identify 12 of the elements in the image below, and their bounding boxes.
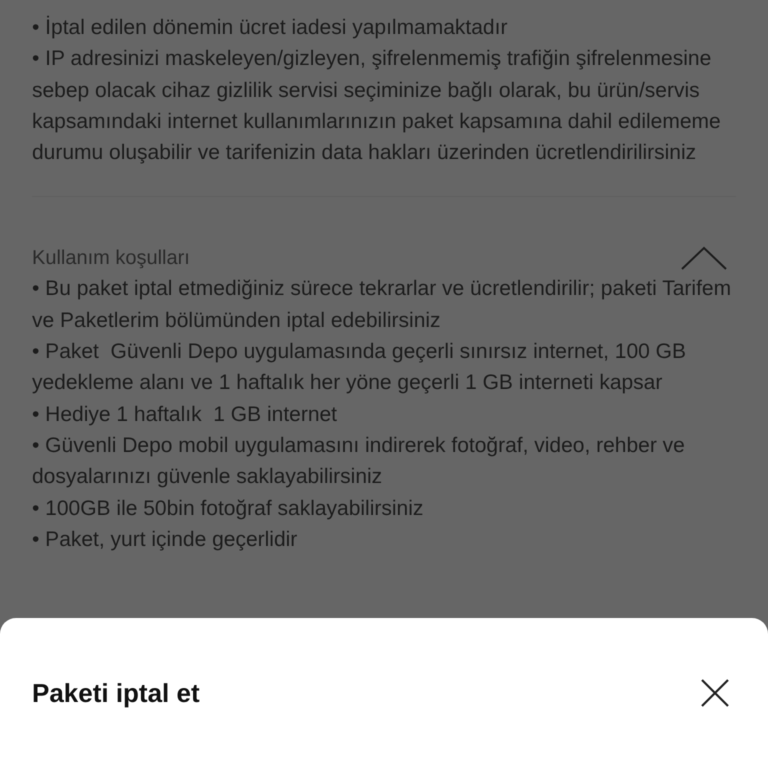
bullet-text: • İptal edilen dönemin ücret iadesi yapılmamaktadır [32,14,508,41]
bullet-text: • 100GB ile 50bin fotoğraf saklayabilirsiniz [32,496,424,522]
close-button[interactable] [700,678,730,708]
bullet-text: • Hediye 1 haftalık 1 GB internet [32,402,338,428]
section-heading: Kullanım koşulları [32,246,190,272]
bullet-text: • IP adresinizi maskeleyen/gizleyen, şifrelenmemiş trafiğin şifrelenmesine sebep olacak cihaz gizlilik servisi seçiminize bağlı olarak, bu ürün/servis kapsamındaki internet kullanımlarınızın paket kapsamına dahil edilememe durumu oluşabilir ve tarifenizin data hakları üzerinden ücretlendirilirsiniz [32,46,722,166]
bullet-text: • Paket Güvenli Depo uygulamasında geçerli sınırsız internet, 100 GB yedekleme alanı ve 1 haftalık her yöne geçerli 1 GB interneti kapsar [32,339,688,396]
bullet-text: • Paket, yurt içinde geçerlidir [32,526,298,553]
bullet-text: • Güvenli Depo mobil uygulamasını indirerek fotoğraf, video, rehber ve dosyalarınızı güvenle saklayabilirsiniz [32,432,686,490]
sheet-title: Paketi iptal et [32,678,200,708]
chevron-up-icon[interactable] [680,245,728,272]
bullet-text: • Bu paket iptal etmediğiniz sürece tekrarlar ve ücretlendirilir; paketi Tarifem ve Paketlerim bölümünden iptal edebilirsiniz [32,276,732,334]
